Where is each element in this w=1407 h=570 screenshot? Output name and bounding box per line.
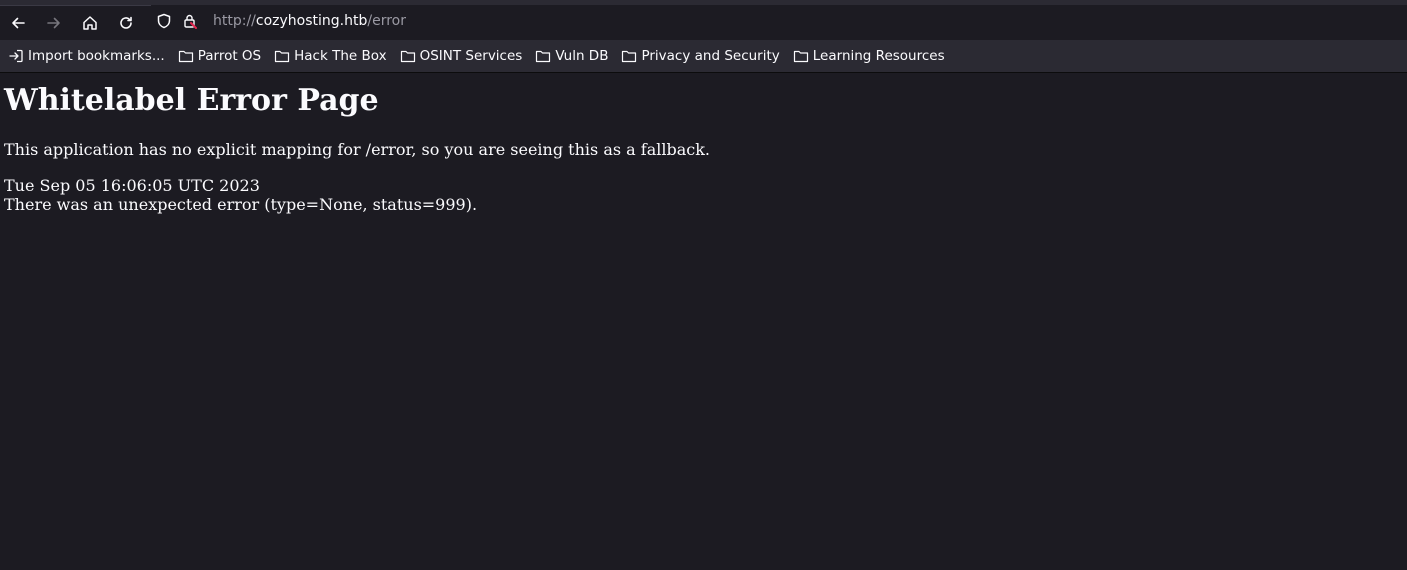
import-icon [9, 49, 23, 63]
arrow-left-icon [12, 17, 25, 28]
bookmark-folder-privacy-and-security[interactable]: Privacy and Security [621, 48, 780, 64]
folder-icon [793, 50, 808, 63]
bookmark-folder-osint-services[interactable]: OSINT Services [400, 48, 523, 64]
bookmark-label: Parrot OS [197, 48, 262, 64]
folder-icon [400, 50, 415, 63]
tracking-protection-button[interactable] [151, 6, 177, 36]
forward-button[interactable] [38, 8, 70, 38]
bookmark-folder-parrot-os[interactable]: Parrot OS [178, 48, 261, 64]
site-security-button[interactable] [177, 6, 203, 36]
bookmark-label: Import bookmarks... [28, 48, 165, 64]
bookmark-folder-learning-resources[interactable]: Learning Resources [793, 48, 945, 64]
error-message: This application has no explicit mapping… [4, 140, 710, 159]
error-timestamp: Tue Sep 05 16:06:05 UTC 2023 [4, 176, 260, 195]
home-icon [83, 15, 97, 30]
url-path: /error [367, 13, 406, 29]
folder-icon [275, 50, 290, 63]
bookmark-import[interactable]: Import bookmarks... [8, 48, 165, 64]
folder-icon [178, 50, 193, 63]
error-details: Tue Sep 05 16:06:05 UTC 2023 There was a… [4, 176, 1403, 214]
back-button[interactable] [2, 8, 34, 38]
browser-window: http://cozyhosting.htb/error Import book… [0, 0, 1407, 570]
bookmark-folder-hack-the-box[interactable]: Hack The Box [274, 48, 387, 64]
bookmarks-toolbar: Import bookmarks... Parrot OS Hack The B… [0, 40, 1407, 73]
home-button[interactable] [74, 8, 106, 38]
error-detail-text: There was an unexpected error (type=None… [4, 195, 478, 214]
reload-icon [120, 16, 132, 29]
url-text[interactable]: http://cozyhosting.htb/error [213, 13, 406, 29]
bookmark-label: OSINT Services [419, 48, 523, 64]
bookmark-folder-vuln-db[interactable]: Vuln DB [535, 48, 608, 64]
bookmark-label: Learning Resources [812, 48, 945, 64]
insecure-lock-icon [184, 14, 197, 29]
bookmark-label: Hack The Box [294, 48, 387, 64]
url-host: cozyhosting.htb [255, 13, 368, 29]
reload-button[interactable] [110, 8, 142, 38]
folder-icon [536, 50, 551, 63]
shield-icon [157, 13, 171, 29]
bookmark-label: Privacy and Security [641, 48, 780, 64]
url-scheme: http:// [213, 13, 256, 29]
bookmark-label: Vuln DB [555, 48, 609, 64]
page-title: Whitelabel Error Page [4, 83, 379, 118]
address-bar[interactable]: http://cozyhosting.htb/error [151, 5, 1407, 37]
folder-icon [622, 50, 637, 63]
arrow-right-icon [47, 17, 60, 28]
page-content: Whitelabel Error Page This application h… [0, 83, 1407, 214]
